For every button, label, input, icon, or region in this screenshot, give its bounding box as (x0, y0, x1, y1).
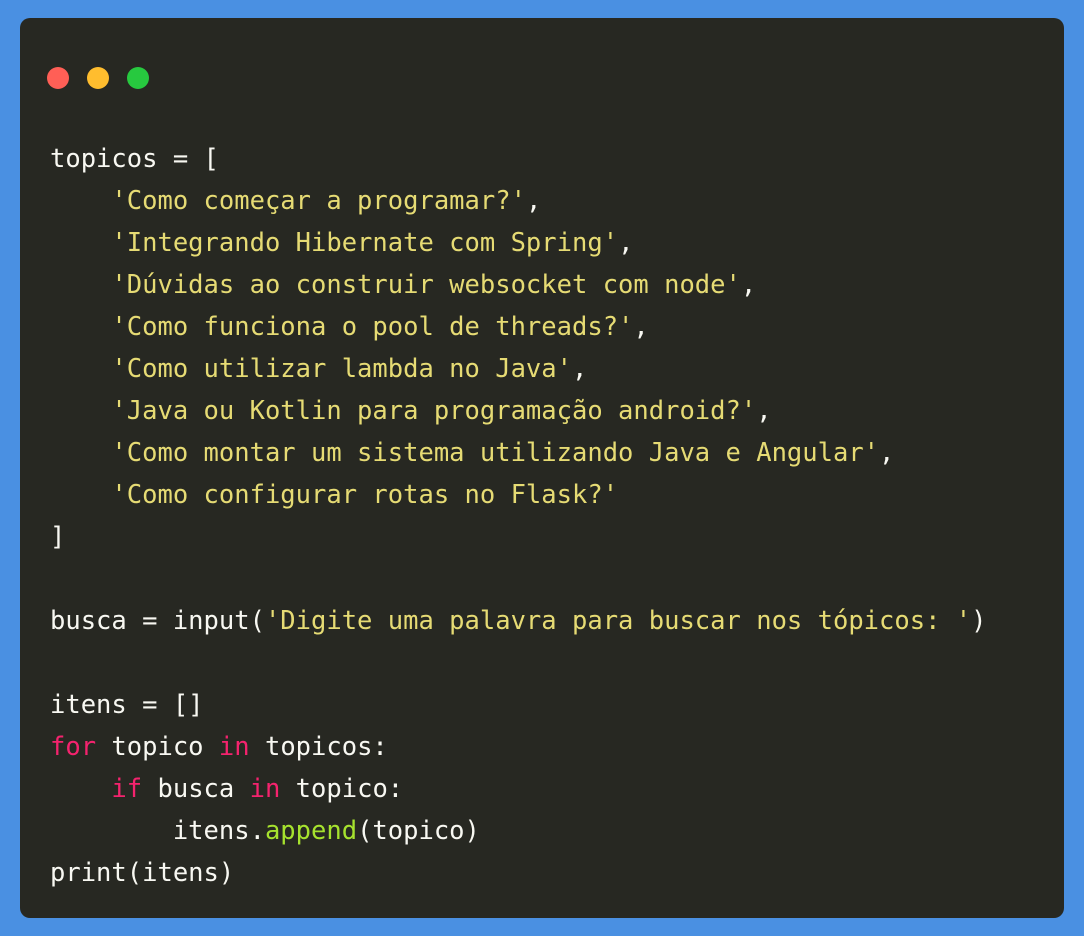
code-token-kw: in (218, 732, 250, 762)
maximize-button-icon[interactable] (127, 67, 149, 89)
code-token-pln: , (740, 270, 757, 300)
window-titlebar[interactable] (20, 18, 1064, 114)
code-line: itens.append(topico) (50, 810, 1064, 852)
code-token-pln: , (618, 228, 634, 258)
code-token-kw: if (111, 774, 143, 804)
code-token-pln: topicos: (249, 732, 388, 762)
code-token-kw: for (50, 732, 97, 762)
code-token-kw: in (249, 774, 281, 804)
code-line: if busca in topico: (50, 768, 1064, 810)
code-token-pln (50, 396, 111, 426)
code-token-fn: append (264, 816, 358, 846)
code-line: 'Como utilizar lambda no Java', (50, 348, 1064, 390)
code-token-str: 'Integrando Hibernate com Spring' (111, 228, 619, 258)
code-token-pln: topico (96, 732, 219, 762)
code-token-pln (50, 186, 111, 216)
code-token-pln (50, 270, 111, 300)
code-token-pln: , (633, 312, 649, 342)
code-line: 'Como começar a programar?', (50, 180, 1064, 222)
code-line: print(itens) (50, 852, 1064, 894)
code-token-pln (50, 228, 111, 258)
code-token-pln: print(itens) (50, 858, 235, 888)
code-token-pln: topico: (280, 774, 404, 804)
code-line: 'Dúvidas ao construir websocket com node… (50, 264, 1064, 306)
code-token-pln (50, 774, 111, 804)
code-token-pln: ] (50, 522, 66, 552)
code-token-str: 'Java ou Kotlin para programação android… (111, 396, 757, 426)
code-line: 'Integrando Hibernate com Spring', (50, 222, 1064, 264)
code-block[interactable]: topicos = [ 'Como começar a programar?',… (50, 138, 1064, 894)
code-token-str: 'Como funciona o pool de threads?' (111, 312, 634, 342)
code-token-str: 'Como começar a programar?' (111, 186, 526, 216)
code-window: topicos = [ 'Como começar a programar?',… (20, 18, 1064, 918)
code-line: 'Como montar um sistema utilizando Java … (50, 432, 1064, 474)
code-line: busca = input('Digite uma palavra para b… (50, 600, 1064, 642)
code-line: itens = [] (50, 684, 1064, 726)
code-token-pln: itens = [] (50, 690, 204, 720)
code-token-pln: busca (142, 774, 250, 804)
code-token-pln: , (756, 396, 772, 426)
code-token-pln (50, 354, 111, 384)
code-line: ] (50, 516, 1064, 558)
code-token-pln: (topico) (357, 816, 480, 846)
code-token-pln (50, 438, 111, 468)
code-token-str: 'Como utilizar lambda no Java' (111, 354, 572, 384)
code-line: topicos = [ (50, 138, 1064, 180)
code-token-pln: ) (971, 606, 987, 636)
code-token-pln: , (525, 186, 542, 216)
code-token-pln: busca = input( (50, 606, 265, 636)
code-token-pln: topicos = [ (50, 144, 219, 174)
code-token-str: 'Como montar um sistema utilizando Java … (111, 438, 880, 468)
code-token-pln: itens. (50, 816, 265, 846)
code-token-pln: , (572, 354, 588, 384)
screenshot-frame: topicos = [ 'Como começar a programar?',… (0, 0, 1084, 936)
code-token-pln (50, 480, 111, 510)
code-token-str: 'Como configurar rotas no Flask?' (111, 480, 619, 510)
code-token-str: 'Dúvidas ao construir websocket com node… (111, 270, 741, 300)
code-token-str: 'Digite uma palavra para buscar nos tópi… (264, 606, 972, 636)
minimize-button-icon[interactable] (87, 67, 109, 89)
code-line: for topico in topicos: (50, 726, 1064, 768)
code-line: 'Java ou Kotlin para programação android… (50, 390, 1064, 432)
code-token-pln (50, 312, 111, 342)
close-button-icon[interactable] (47, 67, 69, 89)
code-line: 'Como configurar rotas no Flask?' (50, 474, 1064, 516)
code-line: 'Como funciona o pool de threads?', (50, 306, 1064, 348)
code-token-pln: , (879, 438, 895, 468)
